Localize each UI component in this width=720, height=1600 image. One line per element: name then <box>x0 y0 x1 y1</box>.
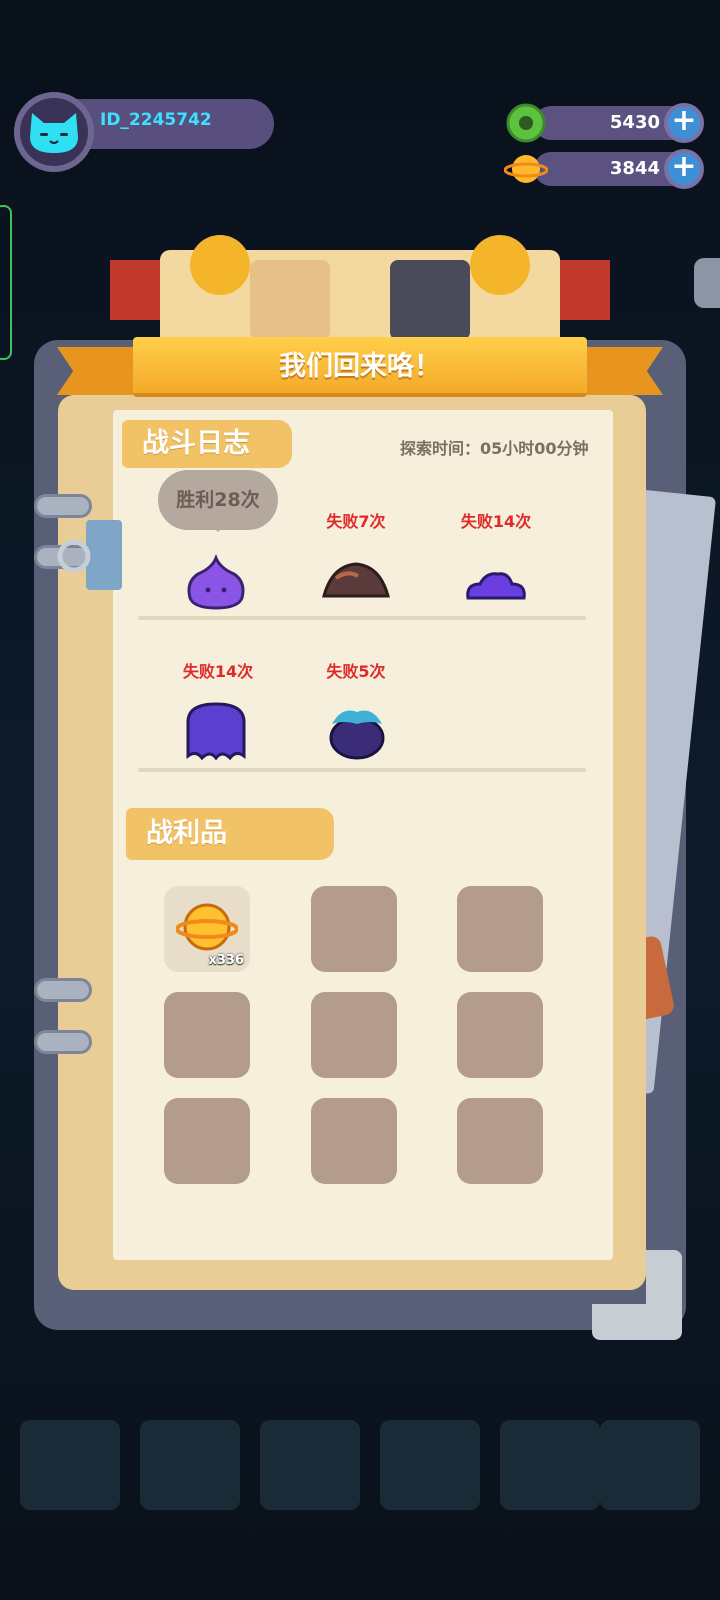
purple-slime-icon <box>187 554 245 610</box>
page-title: 我们回来咯！ <box>279 351 441 382</box>
cat-icon[interactable] <box>14 92 94 172</box>
add-planet-button[interactable]: + <box>664 149 704 189</box>
gold-planet-icon <box>504 155 548 183</box>
currency-value: 5430 <box>609 112 660 133</box>
battle-entry: 失败14次 <box>148 658 288 768</box>
title-ribbon: 我们回来咯！ <box>57 337 663 401</box>
explore-time: 探索时间：05小时00分钟 <box>400 439 589 458</box>
gold-planet-icon <box>176 903 238 951</box>
rock-mound-icon <box>322 562 390 598</box>
side-panel-handle[interactable] <box>0 205 12 360</box>
battle-entry: 失败7次 <box>286 508 426 618</box>
donut-currency: 5430 + <box>504 103 704 143</box>
battle-entry: 胜利28次 <box>148 470 288 618</box>
battle-entry: 失败5次 <box>286 658 426 768</box>
blue-spiky-monster-icon <box>329 710 385 760</box>
player-id: ID_2245742 <box>100 110 212 130</box>
bottom-nav-icons <box>20 1420 700 1510</box>
loot-quantity: x336 <box>208 953 244 968</box>
battle-result: 失败14次 <box>460 512 532 531</box>
loot-slot[interactable]: x336 <box>164 886 250 972</box>
celebration-flags-icon <box>110 235 610 350</box>
bottom-nav-dimmed <box>0 1390 720 1600</box>
empty-loot-slot <box>164 992 250 1078</box>
battle-result: 失败14次 <box>182 662 254 681</box>
empty-loot-slot <box>311 992 397 1078</box>
win-bubble: 胜利28次 <box>158 470 278 532</box>
paper-clip-icon <box>694 258 720 308</box>
binder-clip-icon <box>57 520 122 590</box>
currency-value: 3844 <box>609 158 660 179</box>
empty-loot-slot <box>164 1098 250 1184</box>
empty-loot-slot <box>311 1098 397 1184</box>
green-donut-icon <box>506 103 546 143</box>
flat-slime-icon <box>466 572 526 600</box>
battle-log-heading: 战斗日志 <box>122 420 292 468</box>
planet-currency: 3844 + <box>504 149 704 189</box>
empty-loot-slot <box>457 886 543 972</box>
add-donut-button[interactable]: + <box>664 103 704 143</box>
loot-heading: 战利品 <box>126 808 334 860</box>
battle-result: 失败5次 <box>326 662 386 681</box>
empty-loot-slot <box>457 1098 543 1184</box>
empty-loot-slot <box>311 886 397 972</box>
player-profile[interactable]: ID_2245742 <box>14 92 274 172</box>
battle-entry: 失败14次 <box>426 508 566 618</box>
empty-loot-slot <box>457 992 543 1078</box>
battle-result: 失败7次 <box>326 512 386 531</box>
purple-ghost-icon <box>186 702 246 761</box>
ground-line <box>138 768 586 772</box>
